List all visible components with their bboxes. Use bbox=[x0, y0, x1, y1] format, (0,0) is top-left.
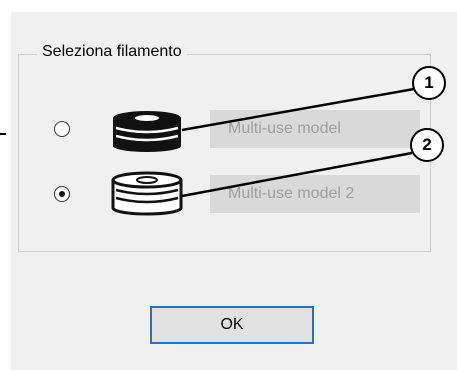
callout-line-2 bbox=[181, 151, 413, 198]
callout-lines bbox=[0, 87, 415, 198]
callout-line-1 bbox=[181, 87, 415, 132]
callout-badge-1: 1 bbox=[412, 66, 446, 100]
callout-badge-2: 2 bbox=[410, 128, 444, 162]
